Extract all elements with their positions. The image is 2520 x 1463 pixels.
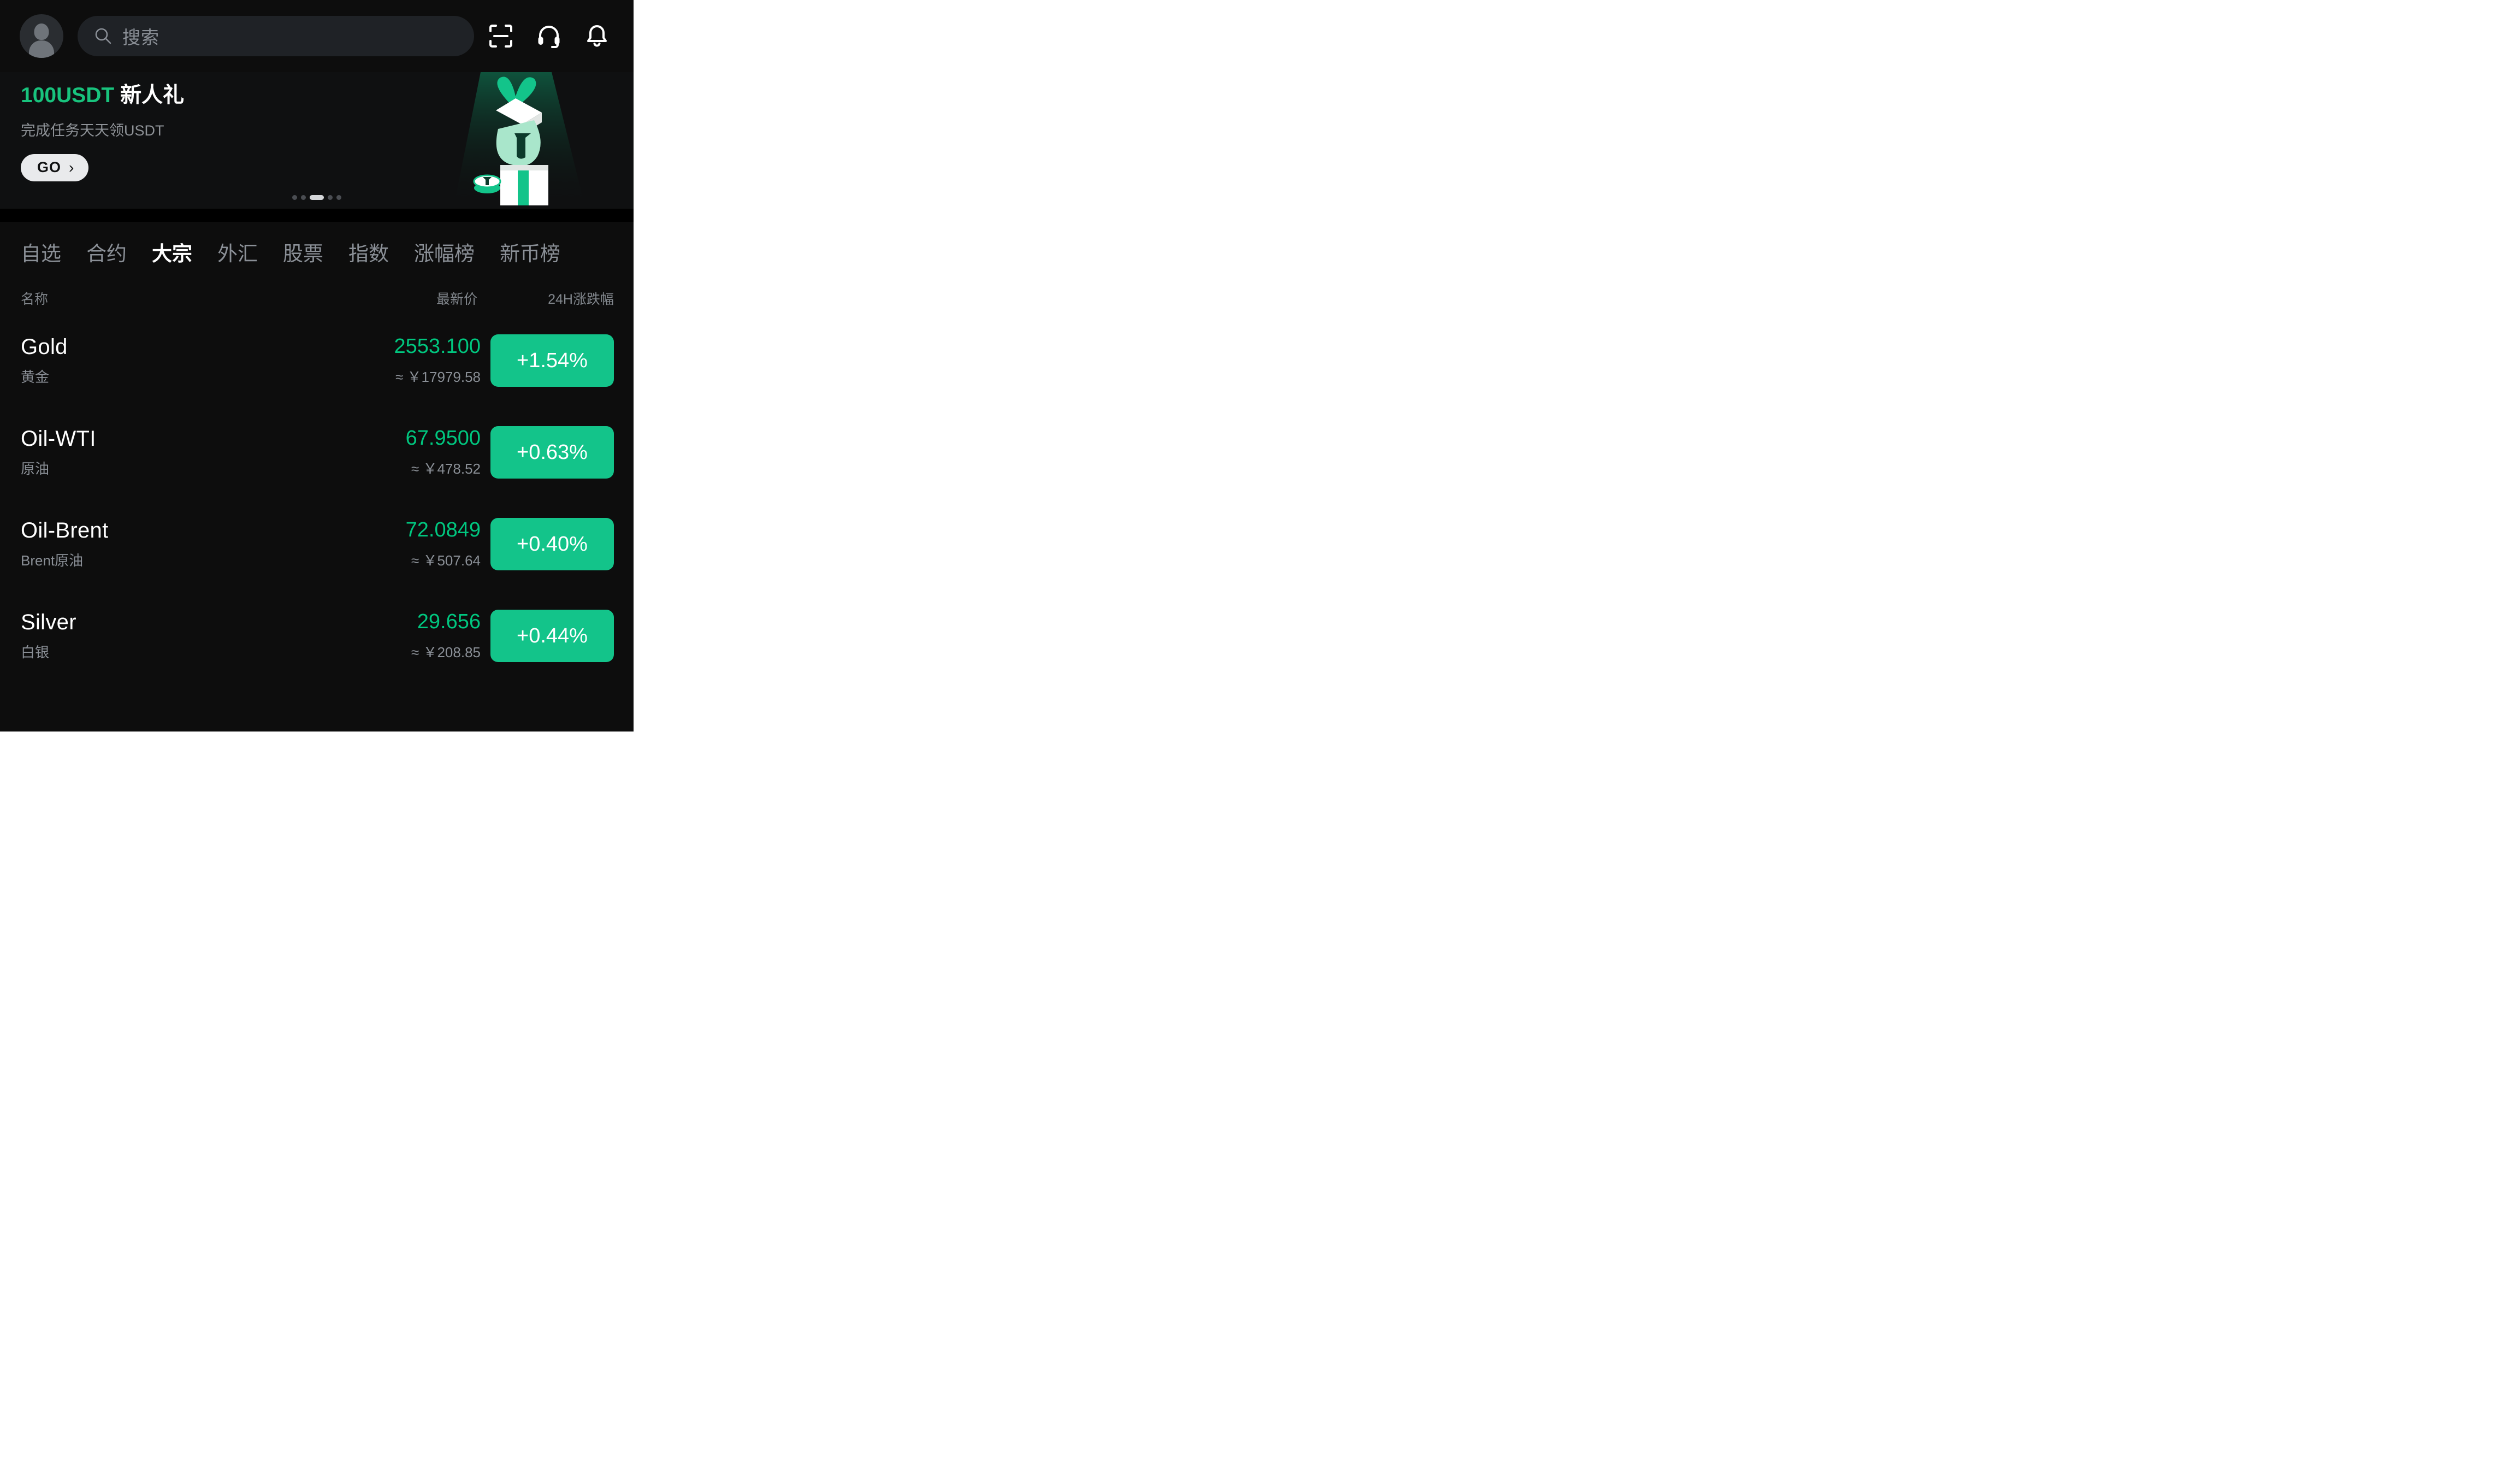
go-label: GO xyxy=(37,159,62,176)
row-price-block: 72.0849 ≈ ￥507.64 xyxy=(406,518,490,570)
column-price: 最新价 xyxy=(436,292,477,307)
tab-自选[interactable]: 自选 xyxy=(21,237,61,267)
row-symbol: Oil-Brent xyxy=(21,518,109,542)
tab-大宗[interactable]: 大宗 xyxy=(152,237,192,267)
column-name: 名称 xyxy=(21,292,49,307)
row-price-cny: ≈ ￥17979.58 xyxy=(395,369,481,385)
row-price: 72.0849 xyxy=(405,518,481,541)
table-row[interactable]: Oil-WTI 原油 67.9500 ≈ ￥478.52 +0.63% xyxy=(21,406,614,498)
carousel-dot[interactable] xyxy=(328,195,333,200)
app-header: 搜索 xyxy=(0,0,634,72)
panel-1: 搜索 100USDT 新人礼 完成任务天天领USDT GO › 自选 合约 大宗 外汇 股票 指数涨… xyxy=(0,0,634,732)
gift-box-usdt-illustration xyxy=(453,72,585,209)
search-icon xyxy=(95,28,111,44)
headset-icon[interactable] xyxy=(536,23,561,49)
row-price-cny: ≈ ￥208.85 xyxy=(411,644,481,660)
avatar[interactable] xyxy=(20,14,63,58)
table-row[interactable]: Silver 白银 29.656 ≈ ￥208.85 +0.44% xyxy=(21,590,614,682)
carousel-dot[interactable] xyxy=(336,195,341,200)
bell-icon[interactable] xyxy=(584,23,610,49)
row-price: 67.9500 xyxy=(405,427,481,450)
banner-title-accent: 100USDT xyxy=(21,84,115,107)
row-name: 原油 xyxy=(21,461,50,477)
carousel-dot[interactable] xyxy=(292,195,297,200)
table-row[interactable]: Oil-Brent Brent原油 72.0849 ≈ ￥507.64 +0.40% xyxy=(21,498,614,590)
row-price: 2553.100 xyxy=(394,335,481,358)
table-header: 名称 最新价 24H涨跌幅 xyxy=(0,282,634,315)
row-identity: Silver 白银 xyxy=(21,610,76,662)
panel-gap xyxy=(0,732,634,1463)
promo-banner[interactable]: 100USDT 新人礼 完成任务天天领USDT GO › xyxy=(0,72,634,209)
search-placeholder: 搜索 xyxy=(122,27,159,48)
row-identity: Gold 黄金 xyxy=(21,335,68,386)
tab-指数[interactable]: 指数 xyxy=(348,237,389,267)
search-input[interactable]: 搜索 xyxy=(78,16,474,56)
section-divider xyxy=(0,209,634,222)
row-price: 29.656 xyxy=(417,610,481,633)
row-identity: Oil-WTI 原油 xyxy=(21,427,96,478)
carousel-dots[interactable] xyxy=(292,195,341,200)
carousel-dot[interactable] xyxy=(310,195,324,200)
row-identity: Oil-Brent Brent原油 xyxy=(21,518,109,570)
row-change-badge: +0.63% xyxy=(490,426,614,479)
row-change-badge: +1.54% xyxy=(490,334,614,387)
market-tabs[interactable]: 自选 合约 大宗 外汇 股票 指数 涨幅榜 新币榜 xyxy=(0,222,634,282)
row-change-badge: +0.44% xyxy=(490,610,614,662)
carousel-dot[interactable] xyxy=(301,195,306,200)
tab-涨幅榜[interactable]: 涨幅榜 xyxy=(414,237,475,267)
row-price-block: 2553.100 ≈ ￥17979.58 xyxy=(394,335,491,386)
row-price-cny: ≈ ￥507.64 xyxy=(411,552,481,569)
column-change: 24H涨跌幅 xyxy=(548,292,614,307)
tab-股票[interactable]: 股票 xyxy=(283,237,323,267)
scan-icon[interactable] xyxy=(488,23,513,49)
table-row[interactable]: Gold 黄金 2553.100 ≈ ￥17979.58 +1.54% xyxy=(21,315,614,406)
tab-合约[interactable]: 合约 xyxy=(86,237,127,267)
row-symbol: Oil-WTI xyxy=(21,427,96,451)
row-price-cny: ≈ ￥478.52 xyxy=(411,461,481,477)
row-change-badge: +0.40% xyxy=(490,518,614,570)
row-symbol: Gold xyxy=(21,335,68,359)
row-name: 黄金 xyxy=(21,369,50,385)
row-name: 白银 xyxy=(21,644,50,660)
tab-新币榜[interactable]: 新币榜 xyxy=(500,237,560,267)
tab-外汇[interactable]: 外汇 xyxy=(217,237,258,267)
chevron-right-icon: › xyxy=(69,158,75,176)
row-price-block: 67.9500 ≈ ￥478.52 xyxy=(406,427,490,478)
header-icons xyxy=(488,23,610,49)
banner-go-button[interactable]: GO › xyxy=(21,154,89,181)
banner-title-rest: 新人礼 xyxy=(120,84,185,107)
row-name: Brent原油 xyxy=(21,552,84,569)
row-price-block: 29.656 ≈ ￥208.85 xyxy=(411,610,490,662)
row-symbol: Silver xyxy=(21,610,76,634)
market-list: Gold 黄金 2553.100 ≈ ￥17979.58 +1.54% Oil-WTI 原油… xyxy=(0,315,634,682)
